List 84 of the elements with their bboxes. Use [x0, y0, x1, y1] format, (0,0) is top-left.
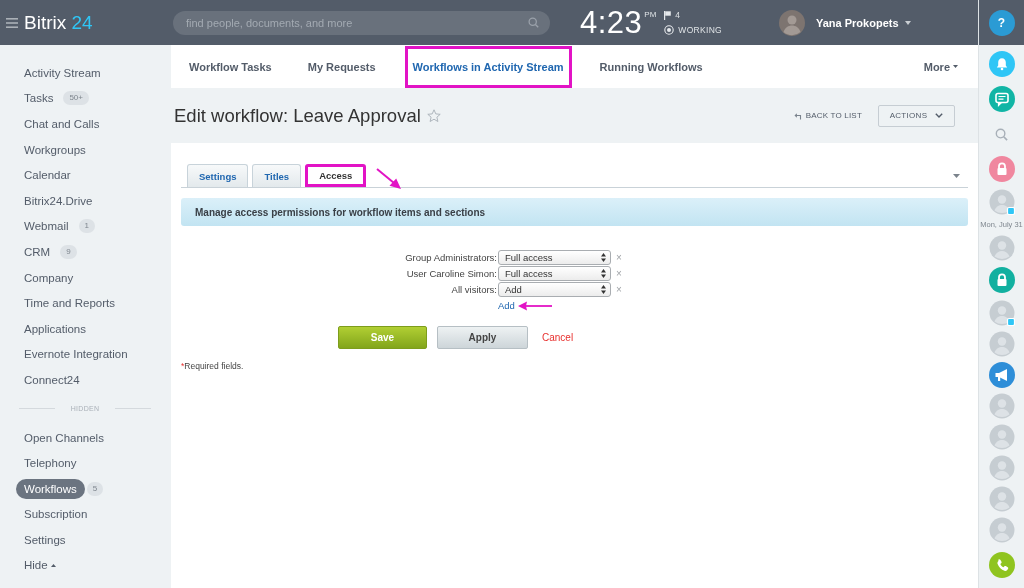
- sidebar-item[interactable]: CRM: [16, 241, 59, 262]
- sidebar-item[interactable]: Evernote Integration: [16, 344, 136, 365]
- clock-period: PM: [644, 9, 657, 20]
- permission-label: All visitors:: [450, 284, 497, 295]
- chat-icon[interactable]: [988, 85, 1015, 112]
- sidebar-item[interactable]: Chat and Calls: [16, 114, 108, 134]
- permission-label: User Caroline Simon:: [405, 268, 497, 279]
- sidebar-item[interactable]: Settings: [16, 529, 74, 550]
- counter-badge: 50+: [63, 91, 89, 106]
- sidebar-item[interactable]: Open Channels: [16, 427, 112, 448]
- apply-button[interactable]: Apply: [437, 326, 528, 349]
- pointer-arrow: [376, 168, 403, 190]
- phone-icon[interactable]: [988, 552, 1015, 578]
- caret-icon: [50, 564, 56, 567]
- nav-tab[interactable]: Running Workflows: [581, 45, 721, 88]
- sidebar-item[interactable]: Telephony: [16, 453, 85, 474]
- record-icon: [664, 25, 675, 35]
- megaphone-icon[interactable]: [988, 361, 1015, 388]
- sidebar-item[interactable]: Company: [16, 267, 82, 288]
- sidebar-item[interactable]: Workgroups: [16, 139, 94, 160]
- caret-icon: [904, 20, 911, 25]
- permission-select[interactable]: Full access: [498, 250, 611, 265]
- permission-label: Group Administrators:: [404, 252, 497, 263]
- avatar-icon[interactable]: [988, 454, 1015, 481]
- clock-time: 4:23: [580, 5, 643, 40]
- return-arrow-icon: [793, 111, 802, 120]
- avatar-icon[interactable]: [988, 188, 1015, 215]
- updown-arrows-icon: [601, 285, 606, 294]
- user-menu-button[interactable]: Yana Prokopets: [816, 16, 911, 29]
- avatar-icon[interactable]: [988, 330, 1015, 357]
- flag-count: 4: [675, 10, 681, 20]
- actions-button[interactable]: ACTIONS: [878, 104, 955, 127]
- more-tab[interactable]: More: [923, 45, 958, 88]
- lock-icon[interactable]: [988, 156, 1015, 182]
- back-to-list-link[interactable]: BACK TO LIST: [793, 111, 862, 120]
- sidebar-item[interactable]: Time and Reports: [16, 293, 123, 314]
- form-tab[interactable]: Access: [305, 164, 367, 187]
- page-title: Edit workflow: Leave Approval: [174, 104, 421, 127]
- dropdown-caret-icon[interactable]: [953, 173, 960, 178]
- logo-text[interactable]: Bitrix 24: [24, 11, 93, 34]
- counter-badge: 1: [78, 219, 95, 234]
- user-avatar-icon[interactable]: [779, 9, 805, 36]
- avatar-icon[interactable]: [988, 485, 1015, 512]
- permission-select[interactable]: Add: [498, 282, 611, 297]
- sidebar-item[interactable]: Connect24: [16, 369, 88, 390]
- sidebar-item[interactable]: Webmail: [16, 216, 77, 237]
- avatar-icon[interactable]: [988, 392, 1015, 419]
- avatar-icon[interactable]: [988, 234, 1015, 261]
- updown-arrows-icon: [601, 269, 606, 278]
- star-icon[interactable]: [426, 108, 441, 123]
- lock-icon[interactable]: [988, 267, 1015, 293]
- counter-badge: 9: [60, 244, 77, 259]
- caret-icon: [935, 113, 944, 118]
- info-banner: Manage access permissions for workflow items and sections: [181, 198, 968, 226]
- search-field[interactable]: find people, documents, and more: [173, 10, 550, 35]
- avatar-icon[interactable]: [988, 423, 1015, 450]
- required-note: *Required fields.: [181, 361, 245, 371]
- sidebar-item[interactable]: Subscription: [16, 504, 96, 525]
- search-icon[interactable]: [995, 127, 1008, 141]
- sidebar-item[interactable]: Calendar: [16, 165, 79, 186]
- nav-tab[interactable]: Workflow Tasks: [171, 45, 290, 88]
- updown-arrows-icon: [601, 253, 606, 262]
- cancel-link[interactable]: Cancel: [542, 332, 574, 343]
- sidebar-item[interactable]: Applications: [16, 318, 94, 339]
- bell-icon[interactable]: [988, 51, 1015, 77]
- search-icon[interactable]: [528, 17, 539, 28]
- nav-tab[interactable]: Workflows in Activity Stream: [404, 46, 572, 88]
- menu-icon[interactable]: [6, 17, 18, 28]
- form-tab[interactable]: Titles: [252, 164, 302, 187]
- hide-toggle[interactable]: Hide: [24, 559, 56, 572]
- permission-select[interactable]: Full access: [498, 266, 611, 281]
- work-status: WORKING: [678, 25, 722, 35]
- sidebar-item[interactable]: Bitrix24.Drive: [16, 190, 101, 211]
- form-tab[interactable]: Settings: [187, 164, 249, 187]
- sidebar-item[interactable]: Activity Stream: [16, 62, 109, 83]
- sidebar-item[interactable]: Tasks: [16, 88, 62, 109]
- flag-icon: [664, 10, 672, 20]
- nav-tab[interactable]: My Requests: [289, 45, 394, 88]
- avatar-icon[interactable]: [988, 516, 1015, 543]
- avatar-icon[interactable]: [988, 299, 1015, 326]
- sidebar-item[interactable]: Workflows: [16, 478, 85, 499]
- caret-icon: [953, 65, 958, 68]
- add-link[interactable]: Add: [498, 300, 515, 311]
- counter-badge: 5: [86, 481, 104, 496]
